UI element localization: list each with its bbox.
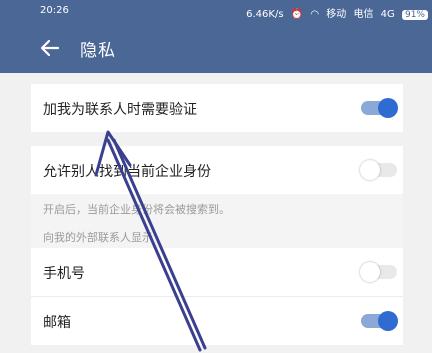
page-title: 隐私: [80, 41, 116, 61]
network-type: 4G: [380, 9, 395, 20]
phone-toggle[interactable]: [360, 262, 397, 282]
wifi-icon: ◠: [310, 9, 320, 20]
toggle-knob: [360, 160, 380, 180]
status-time: 20:26: [40, 5, 69, 16]
find-identity-row[interactable]: 允许别人找到当前企业身份: [31, 146, 403, 194]
email-setting-row[interactable]: 邮箱: [31, 296, 403, 345]
app-bar: 隐私: [0, 22, 432, 73]
carrier-1: 移动: [326, 9, 347, 20]
arrow-left-icon[interactable]: [38, 36, 62, 60]
find-identity-toggle[interactable]: [360, 160, 397, 180]
verify-setting-row[interactable]: 加我为联系人时需要验证: [31, 84, 403, 132]
alarm-icon: ⏰: [290, 9, 304, 20]
email-setting-label: 邮箱: [43, 315, 71, 331]
verify-toggle[interactable]: [361, 98, 398, 118]
toggle-knob: [378, 311, 398, 331]
section-header: 向我的外部联系人显示: [43, 231, 153, 244]
network-speed: 6.46K/s: [246, 9, 284, 20]
verify-setting-label: 加我为联系人时需要验证: [43, 102, 197, 118]
phone-setting-row[interactable]: 手机号: [31, 248, 403, 296]
find-identity-note: 开启后，当前企业身份将会被搜索到。: [43, 203, 230, 216]
status-right: 6.46K/s ⏰ ◠ 移动 电信 4G 91%: [242, 5, 428, 20]
find-identity-label: 允许别人找到当前企业身份: [43, 164, 211, 180]
phone-setting-label: 手机号: [43, 266, 85, 282]
toggle-knob: [360, 262, 380, 282]
email-toggle[interactable]: [361, 311, 398, 331]
battery-level: 91%: [401, 10, 428, 20]
toggle-knob: [378, 98, 398, 118]
status-bar: 20:26 6.46K/s ⏰ ◠ 移动 电信 4G 91%: [0, 0, 432, 22]
carrier-2: 电信: [353, 9, 374, 20]
